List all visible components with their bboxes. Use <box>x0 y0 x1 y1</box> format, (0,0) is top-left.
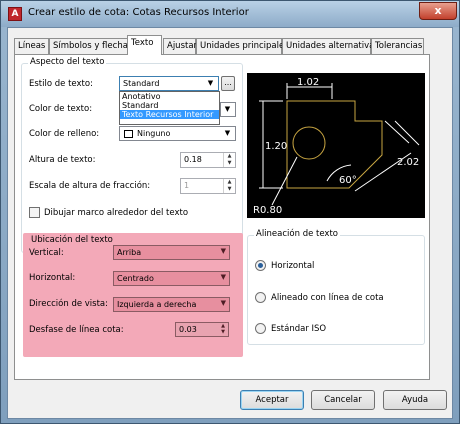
texto-tab-panel: Aspecto del texto Estilo de texto: Stand… <box>14 54 430 380</box>
chevron-down-icon: ▼ <box>224 105 231 113</box>
color-swatch-icon <box>124 130 133 138</box>
estilo-texto-label: Estilo de texto: <box>29 79 93 89</box>
color-texto-label: Color de texto: <box>29 104 93 114</box>
vertical-combo[interactable]: Arriba ▼ <box>113 245 230 260</box>
tab-unidades-alternativas[interactable]: Unidades alternativas <box>282 38 379 54</box>
radio-iso-label: Estándar ISO <box>271 324 327 334</box>
dim-text-top: 1.02 <box>297 77 319 88</box>
radio-alineado[interactable] <box>255 292 266 303</box>
tab-ajustar[interactable]: Ajustar <box>163 38 197 54</box>
altura-texto-label: Altura de texto: <box>29 155 96 165</box>
dim-text-right: 2.02 <box>397 157 419 168</box>
altura-texto-value: 0.18 <box>184 155 202 164</box>
spin-up-icon: ▲ <box>227 179 232 185</box>
direccion-vista-label: Dirección de vista: <box>29 299 108 309</box>
estilo-texto-value: Standard <box>123 79 160 88</box>
direccion-vista-combo[interactable]: Izquierda a derecha ▼ <box>113 297 230 312</box>
aceptar-button[interactable]: Aceptar <box>240 390 304 410</box>
color-texto-combo[interactable]: ▼ <box>220 102 236 117</box>
radio-iso[interactable] <box>255 323 266 334</box>
horizontal-value: Centrado <box>117 274 154 283</box>
color-relleno-combo[interactable]: Ninguno ▼ <box>119 126 236 141</box>
preview-drawing: 1.02 1.20 2.02 60° R0.80 <box>253 77 420 216</box>
escala-altura-value: 1 <box>184 181 190 190</box>
desfase-value: 0.03 <box>179 325 197 334</box>
tab-tolerancias[interactable]: Tolerancias <box>371 38 424 54</box>
horizontal-label: Horizontal: <box>29 273 76 283</box>
color-relleno-value: Ninguno <box>137 129 171 138</box>
tab-texto[interactable]: Texto <box>127 35 162 55</box>
tab-lineas[interactable]: Líneas <box>14 38 49 54</box>
chevron-down-icon: ▼ <box>220 247 226 255</box>
spin-up-icon[interactable]: ▲ <box>224 153 235 160</box>
dim-text-angle: 60° <box>339 175 357 186</box>
ubicacion-group-title: Ubicación del texto <box>29 235 115 245</box>
tab-unidades-principales[interactable]: Unidades principales <box>196 38 289 54</box>
dropdown-option-texto-recursos-interior[interactable]: Texto Recursos Interior <box>120 110 219 119</box>
preview-part-outline <box>286 100 383 189</box>
close-button[interactable]: x <box>419 2 457 20</box>
chevron-down-icon: ▼ <box>220 299 226 307</box>
window-title: Crear estilo de cota: Cotas Recursos Int… <box>28 7 249 18</box>
escala-altura-label: Escala de altura de fracción: <box>29 181 151 191</box>
dropdown-option-standard[interactable]: Standard <box>120 101 219 110</box>
radio-horizontal[interactable] <box>255 260 266 271</box>
estilo-texto-browse-button[interactable]: ... <box>221 76 235 91</box>
estilo-texto-dropdown-list: Anotativo Standard Texto Recursos Interi… <box>119 91 220 125</box>
spinner-buttons[interactable]: ▲ ▼ <box>223 153 235 167</box>
horizontal-combo[interactable]: Centrado ▼ <box>113 271 230 286</box>
dialog-client-area: Líneas Símbolos y flechas Texto Ajustar … <box>7 27 453 419</box>
estilo-texto-combo[interactable]: Standard ▼ <box>119 76 219 91</box>
title-bar[interactable]: A Crear estilo de cota: Cotas Recursos I… <box>1 1 459 27</box>
spin-down-icon: ▼ <box>227 186 232 192</box>
escala-altura-spinner: 1 ▲ ▼ <box>180 178 236 194</box>
autocad-app-icon: A <box>8 7 22 21</box>
dibujar-marco-label: Dibujar marco alrededor del texto <box>44 208 189 218</box>
desfase-label: Desfase de línea cota: <box>29 325 124 335</box>
ayuda-button[interactable]: Ayuda <box>383 390 447 410</box>
altura-texto-spinner[interactable]: 0.18 ▲ ▼ <box>180 152 236 168</box>
aspecto-group-title: Aspecto del texto <box>28 57 107 67</box>
dimension-preview: 1.02 1.20 2.02 60° R0.80 <box>247 73 425 218</box>
vertical-label: Vertical: <box>29 248 64 258</box>
spinner-buttons: ▲ ▼ <box>223 179 235 193</box>
radio-alineado-label: Alineado con línea de cota <box>271 293 384 303</box>
dim-text-left: 1.20 <box>265 141 287 152</box>
dibujar-marco-checkbox[interactable] <box>29 207 40 218</box>
direccion-vista-value: Izquierda a derecha <box>117 300 197 309</box>
desfase-spinner[interactable]: 0.03 ▲ ▼ <box>175 322 229 337</box>
tab-simbolos-flechas[interactable]: Símbolos y flechas <box>49 38 132 54</box>
vertical-value: Arriba <box>117 248 142 257</box>
radio-horizontal-label: Horizontal <box>271 261 315 271</box>
dropdown-option-anotativo[interactable]: Anotativo <box>120 92 219 101</box>
spin-down-icon[interactable]: ▼ <box>224 160 235 167</box>
spin-down-icon[interactable]: ▼ <box>221 329 225 335</box>
cancelar-button[interactable]: Cancelar <box>311 390 375 410</box>
alineacion-group-title: Alineación de texto <box>254 229 340 239</box>
chevron-down-icon: ▼ <box>207 79 214 87</box>
dialog-window: A Crear estilo de cota: Cotas Recursos I… <box>0 0 460 424</box>
chevron-down-icon: ▼ <box>224 129 231 137</box>
chevron-down-icon: ▼ <box>220 273 226 281</box>
preview-circle <box>292 126 326 160</box>
color-relleno-label: Color de relleno: <box>29 129 100 139</box>
dim-text-radius: R0.80 <box>253 205 282 216</box>
spinner-arrows-icon[interactable]: ▲ ▼ <box>221 323 225 335</box>
